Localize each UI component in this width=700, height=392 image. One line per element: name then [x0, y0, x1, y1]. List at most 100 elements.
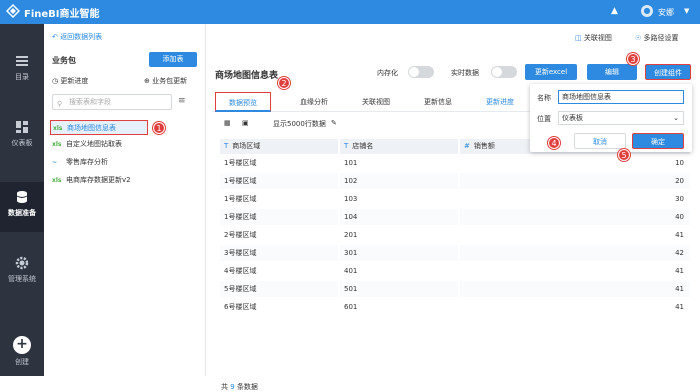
update-excel-button[interactable]: 更新excel	[525, 64, 577, 80]
table-cell: 41	[675, 303, 684, 311]
relation-view-label: 关联视图	[583, 34, 612, 42]
dashboard-icon	[16, 121, 28, 133]
table-cell: 3号楼区域	[220, 245, 338, 261]
memory-toggle[interactable]	[408, 66, 434, 78]
xls-icon: xls	[52, 177, 62, 184]
table-cell: 41	[675, 231, 684, 239]
list-item-mall-map[interactable]: xls 商场地图信息表	[50, 120, 148, 135]
tab-data-preview[interactable]: 数据预览	[215, 92, 271, 112]
show-rows-label: 显示5000行数据	[273, 120, 326, 128]
tab-update-progress[interactable]: 更新进度	[475, 92, 525, 112]
list-item-label: 电商库存数据更新v2	[66, 176, 131, 184]
update-progress-link[interactable]: ◷ 更新进度	[52, 76, 88, 86]
table-cell: 41	[675, 267, 684, 275]
gear-icon	[15, 256, 29, 270]
table-cell: 42	[460, 245, 690, 261]
table-cell: 1号楼区域	[224, 159, 257, 167]
back-link[interactable]: ↶ 返回数据列表	[52, 32, 102, 42]
rail-item-admin[interactable]: 管理系统	[0, 256, 44, 284]
back-label: 返回数据列表	[60, 33, 103, 41]
table-cell: 1号楼区域	[220, 173, 338, 189]
table-cell: 501	[340, 281, 458, 297]
row-count: 共 9 条数据	[221, 382, 258, 392]
table-cell: 30	[675, 195, 684, 203]
create-component-button[interactable]: 创建组件	[645, 64, 691, 80]
rail-label: 创建	[15, 358, 29, 366]
rail-item-dashboard[interactable]: 仪表板	[0, 120, 44, 148]
memory-label: 内存化	[377, 69, 398, 77]
grid-view-icon[interactable]: ▣	[242, 119, 249, 127]
realtime-toggle[interactable]	[491, 66, 517, 78]
column-header-label: 店铺名	[352, 142, 374, 150]
chevron-down-icon: ⌄	[673, 114, 679, 122]
table-cell: 401	[344, 267, 358, 275]
finebi-logo-icon	[6, 4, 20, 18]
edit-rows-icon[interactable]: ✎	[331, 119, 337, 127]
list-item-label: 零售库存分析	[66, 158, 108, 166]
table-cell: 1号楼区域	[224, 195, 257, 203]
column-header-label: 商场区域	[232, 142, 261, 150]
table-cell: 5号楼区域	[220, 281, 338, 297]
table-cell: 1号楼区域	[220, 209, 338, 225]
column-header[interactable]: T 商场区域	[220, 139, 338, 154]
relation-view-link[interactable]: ◫ 关联视图	[575, 33, 612, 43]
edit-button[interactable]: 编辑	[587, 64, 637, 80]
multipath-label: 多路径设置	[643, 34, 679, 42]
table-cell: 101	[344, 159, 358, 167]
chevron-down-icon[interactable]: ▼	[684, 7, 689, 15]
rail-item-data-prep[interactable]: 数据准备	[0, 182, 44, 232]
list-item-retail[interactable]: ~ 零售库存分析	[50, 155, 200, 170]
step-badge-3: 3	[627, 53, 639, 65]
realtime-label: 实时数据	[451, 69, 479, 77]
component-name-input[interactable]: 商场地图信息表	[558, 90, 684, 104]
table-cell: 20	[460, 173, 690, 189]
rail-item-catalog[interactable]: 目录	[0, 54, 44, 82]
analysis-icon: ~	[52, 159, 58, 166]
column-header[interactable]: T 店铺名	[340, 139, 458, 154]
cancel-button[interactable]: 取消	[574, 133, 626, 149]
position-select[interactable]: 仪表板 ⌄	[558, 111, 684, 125]
list-item-ecommerce[interactable]: xls 电商库存数据更新v2	[50, 173, 200, 188]
plus-icon: +	[13, 336, 31, 354]
xls-icon: xls	[53, 125, 63, 132]
bell-icon[interactable]: ▲	[611, 6, 618, 16]
tab-bar: 数据预览 血缘分析 关联视图 更新信息 更新进度	[213, 92, 533, 112]
biz-update-link[interactable]: ⊕ 业务包更新	[144, 76, 187, 86]
database-icon	[16, 191, 28, 203]
filter-icon[interactable]: ≡	[178, 96, 186, 106]
row-count-prefix: 共	[221, 383, 228, 391]
app-title: FineBI商业智能	[24, 9, 100, 20]
xls-icon: xls	[52, 141, 62, 148]
clock-icon: ◷	[52, 77, 59, 85]
rail-label: 目录	[15, 73, 29, 81]
table-view-icon[interactable]: ▦	[224, 119, 231, 127]
position-value: 仪表板	[562, 114, 583, 122]
rail-item-create[interactable]: + 创建	[0, 336, 44, 367]
table-cell: 102	[340, 173, 458, 189]
user-name[interactable]: 安娜	[658, 7, 674, 18]
search-icon: ⚲	[57, 100, 63, 108]
row-count-number: 9	[230, 383, 235, 391]
business-package-panel: ↶ 返回数据列表 业务包 添加表 ◷ 更新进度 ⊕ 业务包更新 ⚲ 搜索表和字段 …	[44, 24, 206, 376]
confirm-button[interactable]: 确定	[632, 133, 684, 149]
refresh-icon: ⊕	[144, 77, 150, 85]
table-title: 商场地图信息表	[215, 71, 279, 81]
table-cell: 2号楼区域	[224, 231, 257, 239]
name-label: 名称	[537, 94, 551, 102]
top-bar: FineBI商业智能 ▲ ● 安娜 ▼	[0, 0, 700, 24]
table-cell: 601	[344, 303, 358, 311]
column-header-label: 销售额	[473, 142, 495, 150]
search-placeholder: 搜索表和字段	[69, 98, 111, 106]
tab-update-info[interactable]: 更新信息	[413, 92, 463, 112]
step-badge-2: 2	[278, 77, 290, 89]
search-input[interactable]: ⚲ 搜索表和字段	[52, 94, 172, 110]
add-table-button[interactable]: 添加表	[149, 52, 197, 67]
tab-lineage[interactable]: 血缘分析	[289, 92, 339, 112]
list-item-label: 商场地图信息表	[67, 124, 116, 132]
main-panel: ◫ 关联视图 ☉ 多路径设置 商场地图信息表 内存化 实时数据 更新excel …	[207, 24, 700, 391]
step-badge-5: 5	[618, 149, 630, 161]
tab-relation[interactable]: 关联视图	[351, 92, 401, 112]
list-item-custom-map[interactable]: xls 自定义地图钻取表	[50, 137, 200, 152]
multipath-link[interactable]: ☉ 多路径设置	[635, 33, 679, 43]
user-avatar-icon[interactable]: ●	[641, 5, 653, 17]
